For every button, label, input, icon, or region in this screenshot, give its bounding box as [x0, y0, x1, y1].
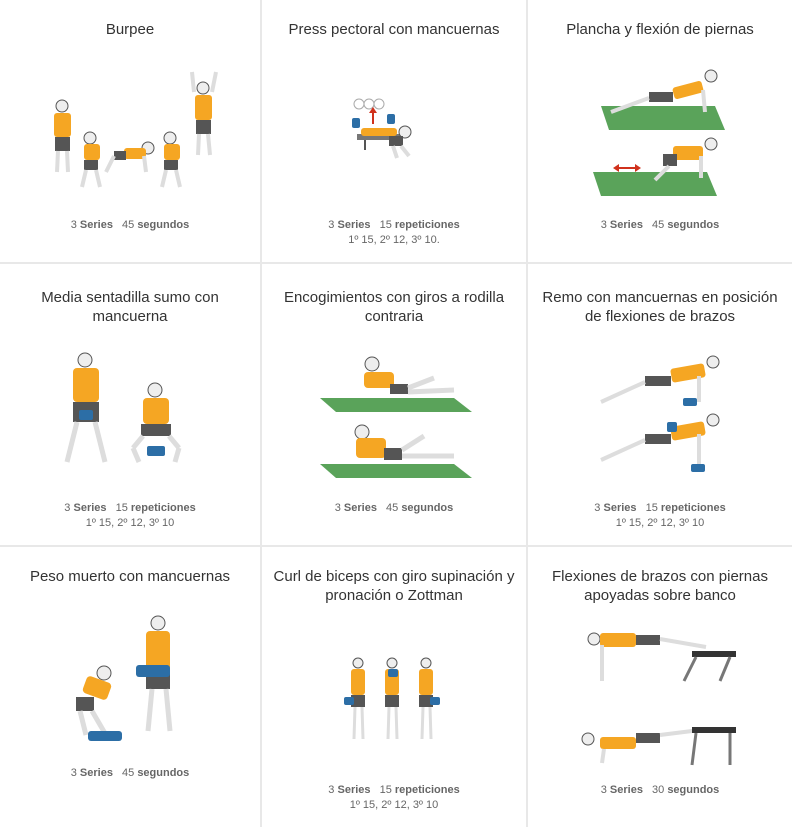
exercise-stats: 3 Series 45 segundos	[0, 218, 260, 233]
exercise-card-sentadilla-sumo: Media sentadilla sumo con mancuerna 3 Se…	[0, 264, 262, 547]
series-count: 3	[70, 767, 77, 779]
duration-unit: segundos	[137, 767, 190, 779]
reps-breakdown: 1º 15, 2º 12, 3º 10	[615, 517, 705, 529]
exercise-title: Burpee	[105, 21, 155, 38]
reps-unit: repeticiones	[394, 784, 460, 796]
peso-muerto-illustration	[0, 615, 260, 745]
reps-value: 15	[379, 219, 392, 231]
exercise-card-press-pectoral: Press pectoral con mancuernas 3 Series 1…	[262, 0, 528, 264]
series-label: Series	[609, 784, 643, 796]
duration-value: 30	[652, 784, 665, 796]
duration-value: 45	[652, 219, 665, 231]
exercise-stats: 3 Series 45 segundos	[262, 501, 526, 516]
exercise-grid: Burpee 3 Series 45 segundos Press pector…	[0, 0, 792, 827]
exercise-title: Remo con mancuernas en posición de flexi…	[542, 289, 778, 325]
reps-value: 15	[645, 502, 658, 514]
series-count: 3	[594, 502, 601, 514]
exercise-title: Encogimientos con giros a rodilla contra…	[283, 289, 505, 325]
series-count: 3	[328, 784, 335, 796]
exercise-title: Press pectoral con mancuernas	[288, 21, 500, 38]
series-count: 3	[328, 219, 335, 231]
remo-illustration	[528, 354, 792, 479]
exercise-card-plancha: Plancha y flexión de piernas 3 Series 45…	[528, 0, 792, 264]
exercise-card-flexiones-banco: Flexiones de brazos con piernas apoyadas…	[528, 547, 792, 827]
series-count: 3	[600, 784, 607, 796]
duration-value: 45	[386, 502, 399, 514]
sentadilla-illustration	[0, 352, 260, 477]
series-label: Series	[603, 502, 637, 514]
reps-unit: repeticiones	[394, 219, 460, 231]
series-label: Series	[337, 219, 371, 231]
series-count: 3	[64, 502, 71, 514]
series-label: Series	[79, 219, 113, 231]
duration-value: 45	[122, 219, 135, 231]
exercise-stats: 3 Series 15 repeticiones 1º 15, 2º 12, 3…	[262, 218, 526, 248]
exercise-card-encogimientos: Encogimientos con giros a rodilla contra…	[262, 264, 528, 547]
flexiones-banco-illustration	[528, 629, 792, 774]
plancha-illustration	[528, 68, 792, 198]
exercise-title: Media sentadilla sumo con mancuerna	[41, 289, 219, 325]
press-pectoral-illustration	[262, 96, 526, 166]
series-label: Series	[609, 219, 643, 231]
reps-breakdown: 1º 15, 2º 12, 3º 10.	[348, 234, 440, 246]
series-label: Series	[73, 502, 107, 514]
series-count: 3	[600, 219, 607, 231]
exercise-card-peso-muerto: Peso muerto con mancuernas 3 Series 45 s…	[0, 547, 262, 827]
duration-value: 45	[122, 767, 135, 779]
series-count: 3	[334, 502, 341, 514]
exercise-title: Plancha y flexión de piernas	[566, 21, 754, 38]
exercise-stats: 3 Series 15 repeticiones 1º 15, 2º 12, 3…	[528, 501, 792, 531]
encogimientos-illustration	[262, 350, 526, 480]
duration-unit: segundos	[401, 502, 454, 514]
exercise-title: Peso muerto con mancuernas	[29, 568, 231, 585]
exercise-card-remo: Remo con mancuernas en posición de flexi…	[528, 264, 792, 547]
duration-unit: segundos	[667, 784, 720, 796]
burpee-illustration	[0, 70, 260, 195]
reps-unit: repeticiones	[130, 502, 196, 514]
series-count: 3	[70, 219, 77, 231]
reps-value: 15	[379, 784, 392, 796]
reps-unit: repeticiones	[660, 502, 726, 514]
exercise-stats: 3 Series 30 segundos	[528, 783, 792, 798]
exercise-title: Flexiones de brazos con piernas apoyadas…	[552, 568, 768, 604]
series-label: Series	[337, 784, 371, 796]
curl-biceps-illustration	[262, 657, 526, 747]
reps-value: 15	[115, 502, 128, 514]
series-label: Series	[343, 502, 377, 514]
reps-breakdown: 1º 15, 2º 12, 3º 10	[349, 799, 439, 811]
reps-breakdown: 1º 15, 2º 12, 3º 10	[85, 517, 175, 529]
exercise-stats: 3 Series 15 repeticiones 1º 15, 2º 12, 3…	[262, 783, 526, 813]
series-label: Series	[79, 767, 113, 779]
exercise-card-curl-biceps: Curl de biceps con giro supinación y pro…	[262, 547, 528, 827]
exercise-stats: 3 Series 45 segundos	[528, 218, 792, 233]
exercise-stats: 3 Series 15 repeticiones 1º 15, 2º 12, 3…	[0, 501, 260, 531]
exercise-card-burpee: Burpee 3 Series 45 segundos	[0, 0, 262, 264]
duration-unit: segundos	[667, 219, 720, 231]
exercise-title: Curl de biceps con giro supinación y pro…	[273, 568, 515, 604]
exercise-stats: 3 Series 45 segundos	[0, 766, 260, 781]
duration-unit: segundos	[137, 219, 190, 231]
